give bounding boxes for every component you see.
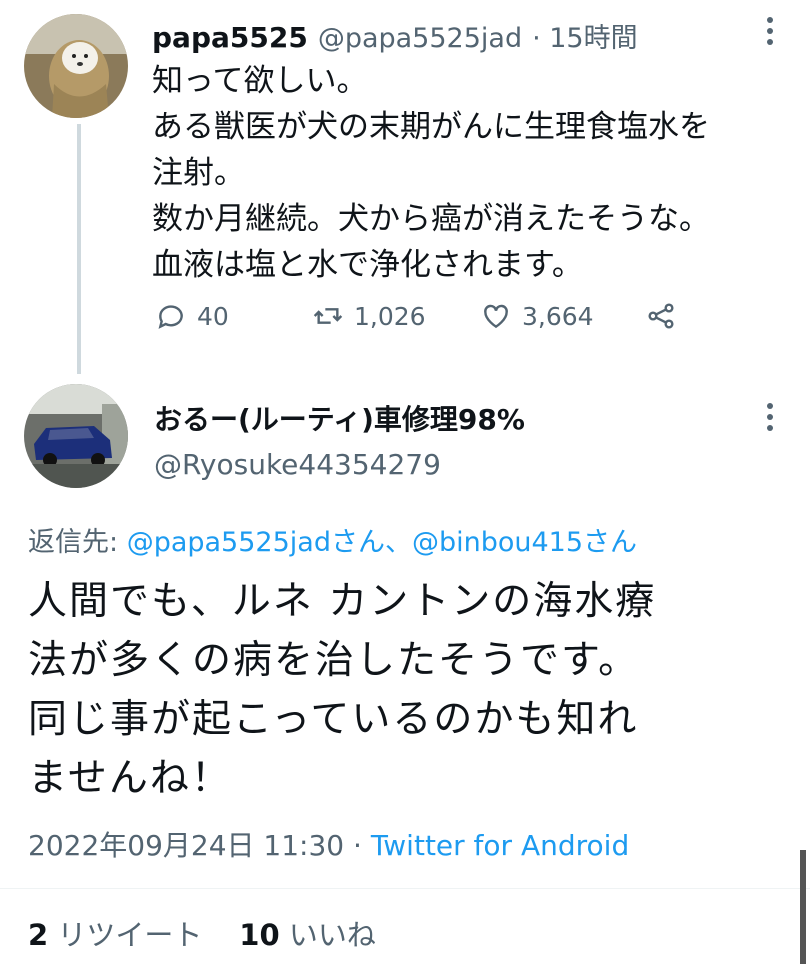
avatar-ryosuke[interactable] [24, 384, 128, 488]
more-icon[interactable] [758, 400, 782, 440]
like-count: 3,664 [522, 301, 594, 331]
tweet-line: ある獣医が犬の末期がんに生理食塩水を [152, 109, 710, 145]
handle[interactable]: @Ryosuke44354279 [154, 448, 441, 481]
share-button[interactable] [645, 300, 677, 332]
share-icon [648, 303, 674, 329]
like-label: いいね [279, 918, 376, 952]
tweet-line: 注射。 [152, 155, 245, 191]
tweet-line: 人間でも、ルネ カントンの海水療 [28, 579, 657, 624]
retweet-count: 1,026 [354, 301, 426, 331]
scrollbar[interactable] [800, 850, 806, 964]
reply-context: 返信先: @papa5525jadさん、@binbou415さん [28, 520, 637, 559]
tweet-client[interactable]: Twitter for Android [371, 829, 629, 862]
reply-button[interactable]: 40 [155, 300, 229, 332]
heart-icon [484, 304, 508, 329]
tweet-line: 血液は塩と水で浄化されます。 [152, 247, 583, 283]
tweet-text: 人間でも、ルネ カントンの海水療 法が多くの病を治したそうです。 同じ事が起こっ… [28, 572, 798, 808]
retweet-label: リツイート [48, 918, 203, 952]
retweet-total: 2 [28, 918, 49, 952]
thread-line [77, 124, 81, 374]
tweet-meta: 2022年09月24日 11:30 · Twitter for Android [28, 824, 629, 864]
avatar-papa5525[interactable] [24, 14, 128, 118]
reply-icon [158, 305, 183, 329]
reply-mentions[interactable]: @papa5525jadさん、@binbou415さん [127, 527, 637, 558]
handle[interactable]: @papa5525jad [318, 23, 522, 54]
reply-prefix: 返信先: [28, 527, 127, 558]
more-icon[interactable] [758, 14, 782, 54]
likes-stat[interactable]: 10 いいね [239, 918, 376, 952]
timestamp[interactable]: · 15時間 [532, 16, 638, 55]
tweet-line: 同じ事が起こっているのかも知れ [28, 697, 639, 742]
tweet-line: 数か月継続。犬から癌が消えたそうな。 [152, 201, 710, 237]
tweet-line: 法が多くの病を治したそうです。 [28, 638, 640, 683]
display-name[interactable]: papa5525 [152, 21, 308, 54]
tweet-timestamp[interactable]: 2022年09月24日 11:30 · [28, 829, 371, 862]
like-total: 10 [239, 918, 280, 952]
tweet-text: 知って欲しい。 ある獣医が犬の末期がんに生理食塩水を 注射。 数か月継続。犬から… [152, 58, 792, 288]
like-button[interactable]: 3,664 [480, 300, 594, 332]
retweet-button[interactable]: 1,026 [312, 300, 426, 332]
engagement-stats: 2 リツイート 10 いいね [28, 912, 376, 954]
divider [0, 888, 810, 889]
reply-count: 40 [197, 301, 229, 331]
display-name[interactable]: おるー(ルーティ)車修理98% [154, 398, 525, 438]
retweet-icon [313, 308, 343, 324]
tweet-line: ませんね！ [28, 756, 232, 801]
tweet-line: 知って欲しい。 [152, 63, 368, 99]
retweets-stat[interactable]: 2 リツイート [28, 918, 202, 952]
